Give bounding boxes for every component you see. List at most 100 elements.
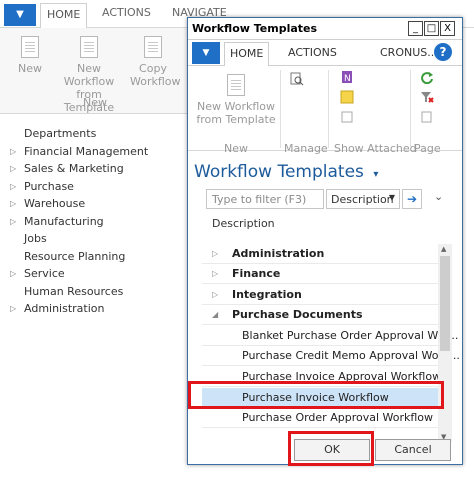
expand-arrow-icon[interactable]: ▷ [10,213,16,231]
ribbon-group-page: Page [414,142,441,155]
cancel-button[interactable]: Cancel [375,439,451,461]
template-document-icon [80,36,98,58]
nav-item-label: Resource Planning [24,249,126,263]
view-icon[interactable] [290,72,304,86]
expand-arrow-icon[interactable]: ▷ [212,264,218,284]
row-label: Purchase Credit Memo Approval Work... [242,349,460,362]
expand-filter-chevron-icon[interactable]: ⌄ [434,190,443,203]
group-row[interactable]: ▷ Finance [202,264,438,284]
nav-item[interactable]: ▷ Purchase [10,178,148,196]
bg-navigation-pane: Departments ▷ Financial Management ▷ Sales &… [10,125,148,318]
nav-item-label: Administration [24,302,105,315]
new-workflow-from-template-button[interactable]: New Workflow from Template [194,74,278,126]
help-icon[interactable]: ? [434,43,452,61]
bg-new-button[interactable]: New [12,36,48,75]
apply-filter-arrow-icon[interactable]: ➔ [402,189,422,209]
row-label: Administration [232,247,325,260]
nav-item[interactable]: ▷ Sales & Marketing [10,160,148,178]
template-row[interactable]: Blanket Purchase Order Approval Wor... [202,326,458,346]
refresh-icon[interactable] [420,70,434,84]
nav-item-label: Warehouse [24,197,86,210]
bg-ribbon-group-label: New [83,96,107,109]
links-icon[interactable] [340,110,354,124]
svg-text:N: N [344,74,351,84]
new-workflow-from-template-label: New Workflow from Template [196,100,276,126]
nav-item[interactable]: ▷ Warehouse [10,195,148,213]
expand-arrow-icon[interactable]: ▷ [212,285,218,305]
nav-item-label: Human Resources [24,284,124,298]
collapse-arrow-icon[interactable]: ◢ [212,305,218,325]
new-template-icon [227,74,245,96]
bg-app-menu-button[interactable]: ▼ [4,4,36,26]
column-header-description[interactable]: Description [212,217,275,230]
maximize-button[interactable]: □ [424,21,439,36]
nav-item[interactable]: Departments [10,125,148,143]
dialog-ribbon: New Workflow from Template New Manage N … [188,66,462,155]
dialog-title-bar: Workflow Templates _ □ X [188,18,462,40]
page-title-text: Workflow Templates [194,162,364,182]
group-row[interactable]: ▷ Administration [202,244,438,264]
minimize-button[interactable]: _ [408,21,423,36]
template-row[interactable]: Purchase Credit Memo Approval Work... [202,346,460,366]
nav-item[interactable]: ▷ Administration [10,300,148,318]
ribbon-group-new: New [224,142,248,155]
expand-arrow-icon[interactable]: ▷ [10,195,16,213]
onenote-icon[interactable]: N [340,70,354,84]
ribbon-divider [328,70,329,148]
ribbon-divider [280,70,281,148]
expand-arrow-icon[interactable]: ▷ [10,143,16,161]
expand-arrow-icon[interactable]: ▷ [10,178,16,196]
nav-item[interactable]: Human Resources [10,283,148,301]
dialog-tab-actions[interactable]: ACTIONS [288,46,337,59]
find-icon[interactable] [420,110,434,124]
row-label: Blanket Purchase Order Approval Wor... [242,329,459,342]
ribbon-group-manage: Manage [284,142,328,155]
nav-item[interactable]: Resource Planning [10,248,148,266]
scroll-up-icon[interactable]: ▲ [441,245,446,253]
company-name[interactable]: CRONUS... [380,46,438,59]
bg-tab-actions[interactable]: ACTIONS [102,6,151,19]
row-label: Purchase Order Approval Workflow [242,411,434,424]
notes-icon[interactable] [340,90,354,104]
bg-copy-workflow-button[interactable]: Copy Workflow [130,36,181,88]
group-row[interactable]: ◢ Purchase Documents [202,305,438,325]
dialog-app-menu-button[interactable]: ▼ [192,42,220,64]
filter-input[interactable]: Type to filter (F3) [206,189,324,209]
expand-arrow-icon[interactable]: ▷ [10,265,16,283]
bg-copy-workflow-label: Copy Workflow [130,62,181,88]
highlight-box-ok-button [288,431,374,466]
expand-arrow-icon[interactable]: ▷ [10,300,16,318]
close-button[interactable]: X [440,21,455,36]
row-label: Finance [232,267,281,280]
nav-item-label: Manufacturing [24,214,104,228]
page-title[interactable]: Workflow Templates ▾ [194,162,378,182]
highlight-box-selected-row [188,381,444,409]
scrollbar-thumb[interactable] [440,256,450,351]
row-label: Purchase Documents [232,308,363,321]
copy-document-icon [144,36,162,58]
bg-new-label: New [18,62,42,75]
dialog-tab-bar: ▼ HOME ACTIONS CRONUS... ? [188,40,462,67]
expand-arrow-icon[interactable]: ▷ [212,244,218,264]
filter-field-select[interactable]: Description ▼ [326,189,400,209]
vertical-scrollbar[interactable]: ▲ ▼ [438,244,452,442]
clear-filter-icon[interactable] [420,90,434,104]
template-row[interactable]: Purchase Order Approval Workflow [202,408,438,428]
new-document-icon [21,36,39,58]
dialog-tab-home[interactable]: HOME [224,42,270,67]
nav-item-label: Jobs [24,232,47,245]
expand-arrow-icon[interactable]: ▷ [10,160,16,178]
nav-item[interactable]: ▷ Manufacturing [10,213,148,231]
row-label: Integration [232,288,302,301]
nav-item-label: Financial Management [24,144,149,158]
nav-item[interactable]: Jobs [10,230,148,248]
group-row[interactable]: ▷ Integration [202,285,438,305]
nav-item[interactable]: ▷ Service [10,265,148,283]
dropdown-arrow-icon: ▼ [388,193,395,202]
nav-item-label: Purchase [24,179,74,193]
bg-tab-home[interactable]: HOME [40,3,88,29]
nav-item-label: Service [24,267,65,280]
ribbon-group-show-attached: Show Attached [334,142,417,155]
nav-item[interactable]: ▷ Financial Management [10,143,148,161]
ribbon-divider [410,70,411,148]
